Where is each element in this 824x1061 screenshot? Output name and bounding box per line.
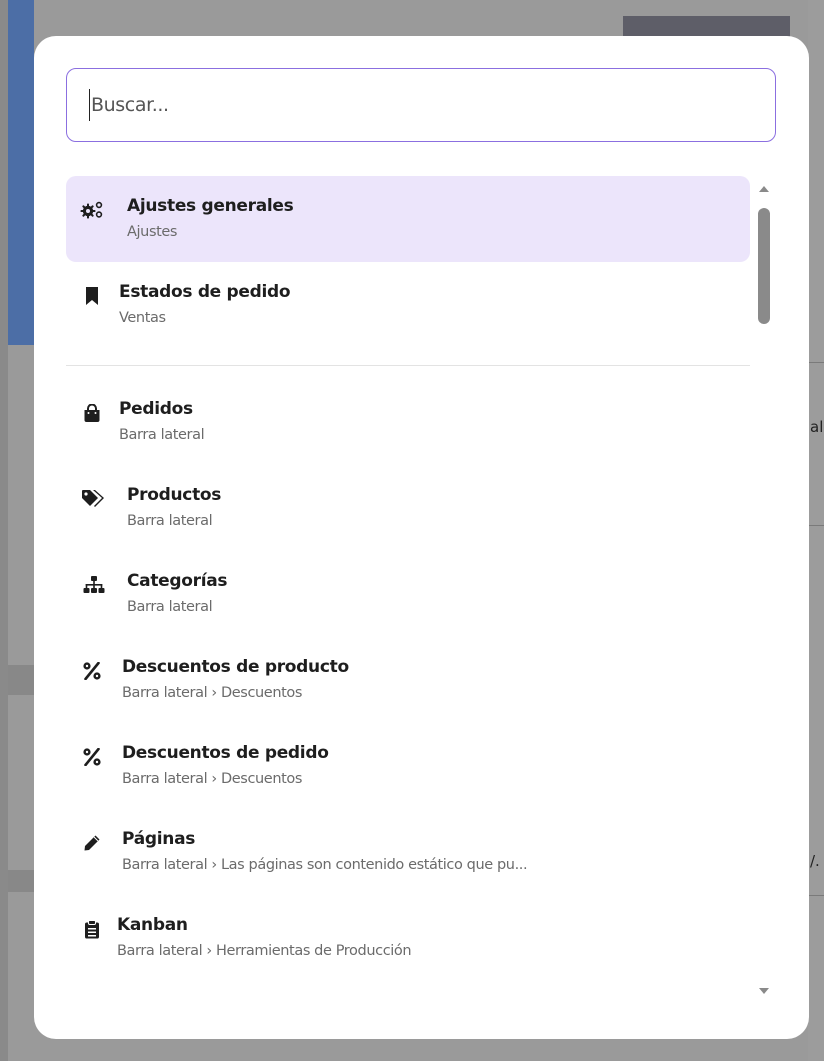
result-title: Productos xyxy=(127,485,222,505)
result-title: Kanban xyxy=(117,915,188,935)
bookmark-icon xyxy=(80,284,104,308)
result-subtitle: Barra lateral › Las páginas son contenid… xyxy=(122,857,528,873)
search-input[interactable] xyxy=(89,93,775,117)
background-row-divider xyxy=(808,362,824,363)
cogs-icon xyxy=(80,198,104,222)
search-field[interactable] xyxy=(66,68,776,142)
result-item-paginas[interactable]: Páginas Barra lateral › Las páginas son … xyxy=(66,809,750,895)
result-item-productos[interactable]: Productos Barra lateral xyxy=(66,465,750,551)
result-title: Descuentos de producto xyxy=(122,657,349,677)
background-row-divider xyxy=(808,525,824,526)
result-subtitle: Barra lateral xyxy=(127,513,213,529)
result-title: Páginas xyxy=(122,829,196,849)
search-modal: Ajustes generales Ajustes Estados de ped… xyxy=(34,36,809,1039)
clipboard-icon xyxy=(80,917,104,941)
result-item-estados-de-pedido[interactable]: Estados de pedido Ventas xyxy=(66,262,750,348)
scroll-down-arrow-icon[interactable] xyxy=(759,988,769,994)
result-subtitle: Ajustes xyxy=(127,224,178,240)
results-list: Ajustes generales Ajustes Estados de ped… xyxy=(66,176,752,1006)
scroll-up-arrow-icon[interactable] xyxy=(759,186,769,192)
background-left-block xyxy=(8,665,34,695)
background-text: al: xyxy=(810,418,824,436)
result-title: Estados de pedido xyxy=(119,282,291,302)
result-subtitle: Barra lateral xyxy=(127,599,213,615)
result-subtitle: Barra lateral › Herramientas de Producci… xyxy=(117,943,412,959)
result-subtitle: Barra lateral › Descuentos xyxy=(122,771,303,787)
background-sidebar xyxy=(8,0,34,345)
result-item-descuentos-de-pedido[interactable]: Descuentos de pedido Barra lateral › Des… xyxy=(66,723,750,809)
result-title: Categorías xyxy=(127,571,228,591)
result-subtitle: Barra lateral › Descuentos xyxy=(122,685,303,701)
result-title: Ajustes generales xyxy=(127,196,294,216)
percent-icon xyxy=(80,659,104,683)
scroll-thumb[interactable] xyxy=(758,208,770,324)
tags-icon xyxy=(82,487,106,511)
results-divider xyxy=(66,365,750,366)
result-item-categorias[interactable]: Categorías Barra lateral xyxy=(66,551,750,637)
background-left-block xyxy=(8,870,34,892)
result-item-kanban[interactable]: Kanban Barra lateral › Herramientas de P… xyxy=(66,895,750,981)
results-scrollbar[interactable] xyxy=(752,176,776,1006)
shopping-bag-icon xyxy=(80,401,104,425)
background-text: /. xyxy=(810,852,820,870)
text-caret xyxy=(89,89,90,121)
result-subtitle: Barra lateral xyxy=(119,427,205,443)
result-item-pedidos[interactable]: Pedidos Barra lateral xyxy=(66,379,750,465)
result-title: Pedidos xyxy=(119,399,193,419)
sitemap-icon xyxy=(82,573,106,597)
result-subtitle: Ventas xyxy=(119,310,166,326)
background-row-divider xyxy=(808,895,824,896)
result-item-ajustes-generales[interactable]: Ajustes generales Ajustes xyxy=(66,176,750,262)
background-right-column xyxy=(808,0,824,1061)
result-title: Descuentos de pedido xyxy=(122,743,329,763)
pencil-icon xyxy=(80,831,104,855)
result-item-descuentos-de-producto[interactable]: Descuentos de producto Barra lateral › D… xyxy=(66,637,750,723)
percent-icon xyxy=(80,745,104,769)
